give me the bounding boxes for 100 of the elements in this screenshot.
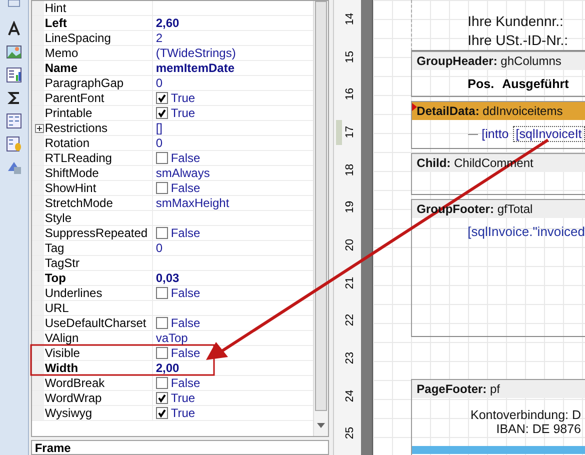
field-text: [sqlInvoice."invoiced [466, 223, 585, 239]
property-value[interactable]: False [170, 347, 200, 359]
property-value[interactable]: vaTop [156, 332, 188, 344]
property-name: WordBreak [44, 377, 105, 389]
ruler-number: 15 [344, 50, 356, 63]
scroll-down-icon[interactable] [316, 423, 325, 428]
scrollbar-thumb[interactable] [314, 1, 327, 411]
property-name: VAlign [44, 332, 79, 344]
checkbox[interactable] [156, 287, 168, 299]
checkbox[interactable] [156, 152, 168, 164]
property-name: Underlines [44, 287, 102, 299]
property-value[interactable]: False [170, 287, 200, 299]
property-value[interactable]: 0 [156, 77, 163, 89]
property-name: ParagraphGap [44, 77, 124, 89]
property-value[interactable]: memItemDate [156, 62, 235, 74]
property-value[interactable]: [] [156, 122, 162, 134]
checkbox[interactable] [156, 317, 168, 329]
scrollbar[interactable] [312, 1, 328, 436]
band-title: DetailData: ddInvoiceitems [416, 104, 563, 118]
property-name: Hint [44, 2, 66, 14]
property-value[interactable]: True [170, 407, 196, 419]
flag-icon [412, 103, 417, 111]
column-heading: Pos. [468, 77, 494, 91]
checkbox[interactable] [156, 92, 168, 104]
property-name: Restrictions [44, 122, 108, 134]
property-value[interactable]: True [170, 107, 196, 119]
property-value[interactable]: False [170, 182, 200, 194]
property-name: Wysiwyg [44, 407, 92, 419]
ruler-number: 20 [344, 238, 356, 252]
ruler-number: 18 [344, 163, 356, 176]
footer-text: IBAN: DE 9876 [496, 422, 581, 436]
property-name: StretchMode [44, 197, 113, 209]
band-title: PageFooter: pf [416, 382, 500, 396]
property-name: Left [44, 17, 67, 29]
report-icon[interactable] [6, 67, 22, 83]
property-name: ShiftMode [44, 167, 99, 179]
band-header[interactable]: PageFooter: pf [412, 380, 585, 398]
property-value[interactable]: (TWideStrings) [156, 47, 236, 59]
band-title: GroupHeader: ghColumns [416, 54, 562, 68]
property-name: Tag [44, 242, 64, 254]
property-name: Printable [44, 107, 92, 119]
property-name: TagStr [44, 257, 80, 269]
selected-field[interactable]: [sqlInvoiceIt [512, 126, 585, 142]
checkbox[interactable] [156, 407, 168, 419]
property-value[interactable]: True [170, 392, 196, 404]
footer-text: Kontoverbindung: D [470, 408, 581, 422]
band-header[interactable]: DetailData: ddInvoiceitems [412, 102, 585, 120]
property-name: RTLReading [44, 152, 112, 164]
ruler-number: 19 [344, 201, 356, 214]
splitter-bar[interactable] [360, 0, 372, 455]
checkbox[interactable] [156, 392, 168, 404]
property-value[interactable]: True [170, 92, 196, 104]
checkbox[interactable] [156, 227, 168, 239]
property-name: SuppressRepeated [44, 227, 148, 239]
property-value[interactable]: 2,60 [156, 17, 180, 29]
property-value[interactable]: False [170, 377, 200, 389]
checkbox[interactable] [156, 107, 168, 119]
property-name: WordWrap [44, 392, 102, 404]
property-name: Visible [44, 347, 80, 359]
database-form-icon[interactable] [6, 136, 22, 152]
header-text: Ihre USt.-ID-Nr.: [468, 31, 570, 50]
text-icon[interactable] [6, 21, 22, 37]
checkbox[interactable] [156, 377, 168, 389]
checkbox[interactable] [156, 182, 168, 194]
property-value[interactable]: smMaxHeight [156, 197, 230, 209]
property-name: Rotation [44, 137, 90, 149]
property-name: Name [44, 62, 78, 74]
property-value[interactable]: 2,00 [156, 362, 180, 374]
panel-title: Frame [34, 441, 71, 454]
ruler-number: 22 [344, 314, 356, 326]
band-header[interactable]: GroupHeader: ghColumns [412, 52, 585, 70]
header-text: Ihre Kundennr.: [468, 12, 564, 31]
property-value[interactable]: 0,03 [156, 272, 180, 284]
property-value[interactable]: smAlways [156, 167, 210, 179]
field-text: [intto [482, 127, 509, 141]
property-value[interactable]: False [170, 152, 200, 164]
property-value[interactable]: 0 [156, 242, 163, 254]
column-heading: Ausgeführt [502, 77, 569, 91]
ruler-number: 16 [344, 88, 356, 100]
ruler-number: 14 [344, 12, 356, 25]
property-name: URL [44, 302, 69, 314]
property-value[interactable]: 0 [156, 137, 163, 149]
expand-icon[interactable] [34, 124, 44, 132]
property-name: ParentFont [44, 92, 104, 104]
property-value[interactable]: 2 [156, 32, 163, 44]
checkbox[interactable] [156, 347, 168, 359]
property-name: ShowHint [44, 182, 96, 194]
ruler-number: 21 [344, 276, 356, 289]
ruler-number: 25 [344, 427, 356, 440]
property-value[interactable]: False [170, 227, 200, 239]
property-name: UseDefaultCharset [44, 317, 146, 329]
property-name: LineSpacing [44, 32, 111, 44]
property-value[interactable]: False [170, 317, 200, 329]
property-name: Top [44, 272, 66, 284]
sigma-icon[interactable] [6, 90, 22, 106]
form-icon[interactable] [6, 113, 22, 129]
property-name: Width [44, 362, 78, 374]
splitter-handle[interactable] [336, 120, 342, 145]
picture-icon[interactable] [6, 44, 22, 60]
ruler-number: 23 [344, 352, 356, 364]
